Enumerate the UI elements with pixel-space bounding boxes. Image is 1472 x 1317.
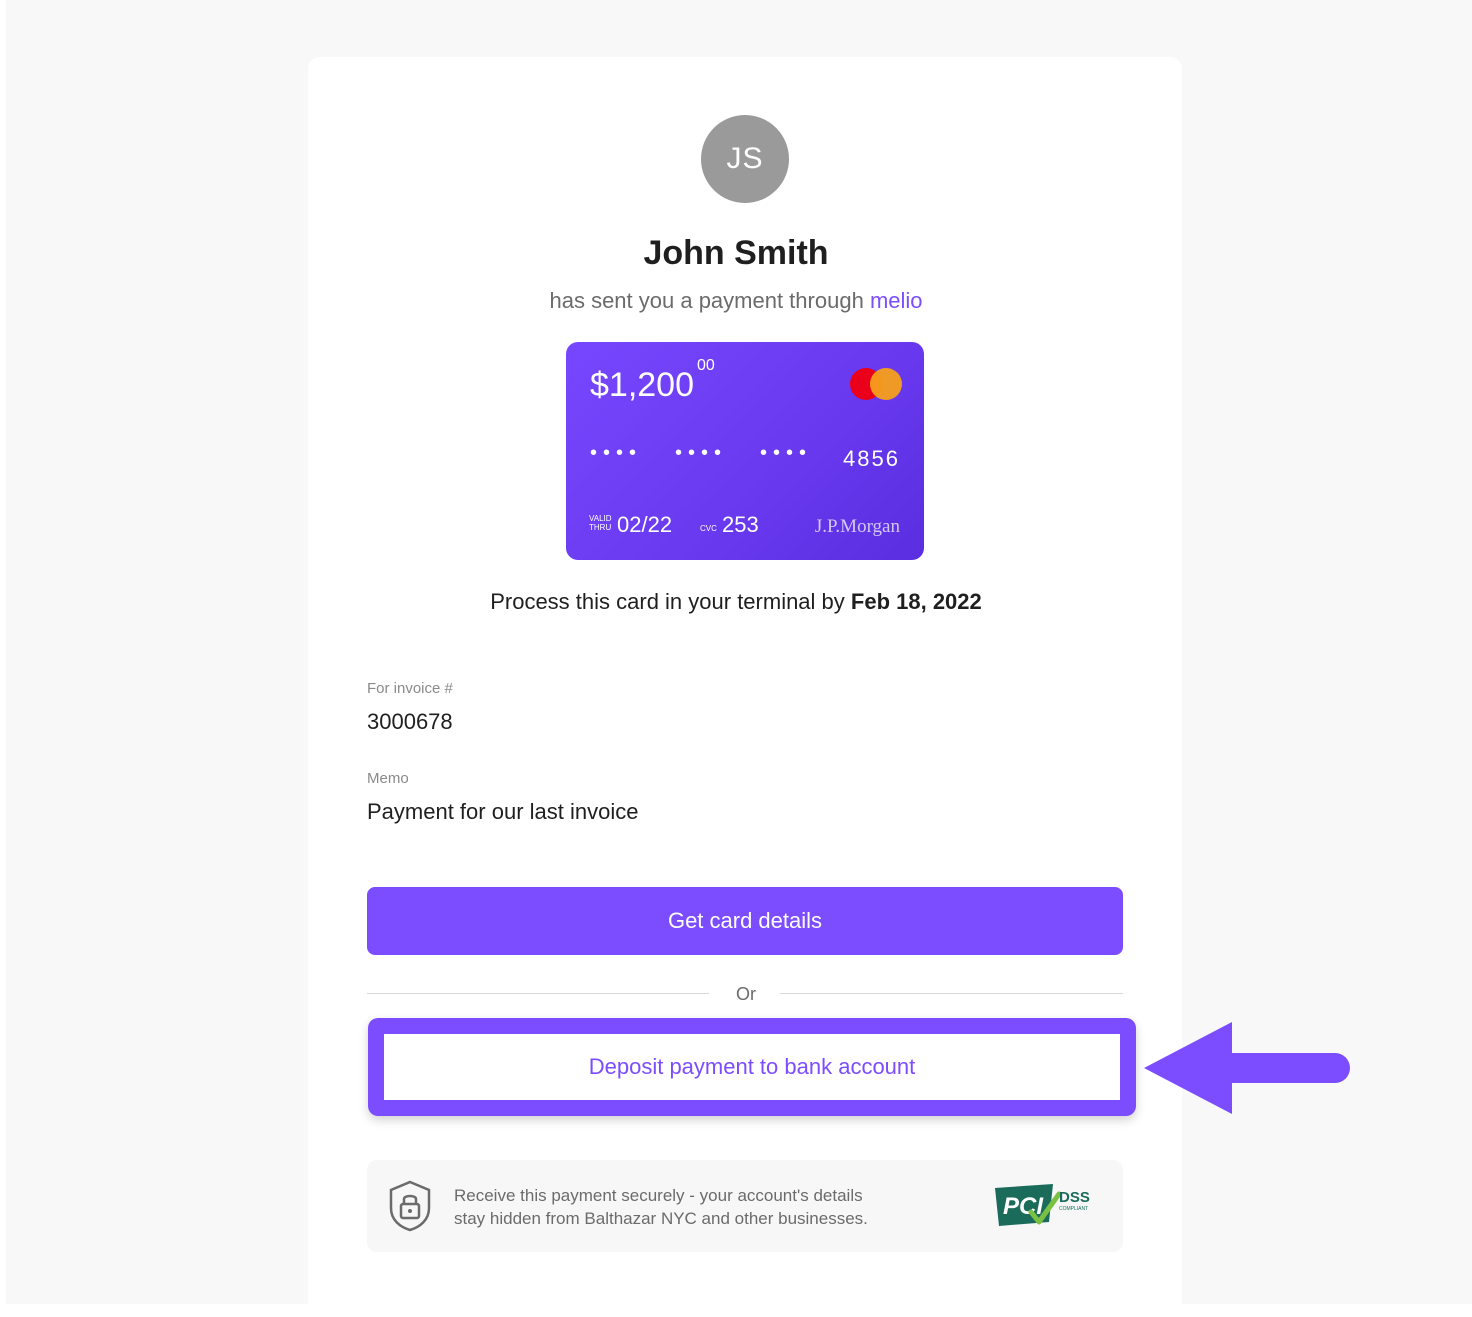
process-instruction: Process this card in your terminal by Fe… bbox=[0, 589, 1472, 615]
cvc-label: CVC bbox=[700, 524, 717, 533]
invoice-label: For invoice # bbox=[367, 680, 453, 697]
or-separator: Or bbox=[736, 984, 756, 1004]
memo-label: Memo bbox=[367, 770, 409, 787]
compliant-text: COMPLIANT bbox=[1059, 1206, 1088, 1212]
security-text-line2: stay hidden from Balthazar NYC and other… bbox=[454, 1209, 868, 1228]
memo-value: Payment for our last invoice bbox=[367, 799, 639, 824]
dss-text: DSS bbox=[1059, 1189, 1090, 1206]
brand-name: melio bbox=[869, 288, 923, 313]
sent-description: has sent you a payment through melio bbox=[0, 288, 1472, 314]
security-text: Receive this payment securely - your acc… bbox=[454, 1184, 954, 1230]
mastercard-orange-circle bbox=[870, 368, 902, 400]
shield-lock-icon bbox=[389, 1180, 431, 1232]
divider-right bbox=[780, 993, 1123, 994]
card-last4: 4856 bbox=[843, 446, 900, 471]
card-amount-dollars: $1,200 bbox=[590, 366, 694, 404]
deposit-to-bank-button[interactable]: Deposit payment to bank account bbox=[384, 1034, 1120, 1100]
sender-name: John Smith bbox=[643, 234, 829, 272]
pci-dss-badge: PCI DSS COMPLIANT bbox=[995, 1184, 1090, 1226]
card-mask-group-2: •••• bbox=[675, 442, 728, 464]
process-deadline: Feb 18, 2022 bbox=[850, 589, 982, 614]
security-text-line1: Receive this payment securely - your acc… bbox=[454, 1186, 863, 1205]
sent-text: has sent you a payment through bbox=[549, 288, 864, 313]
valid-label-line2: THRU bbox=[589, 523, 612, 532]
avatar-initials: JS bbox=[726, 142, 764, 175]
pointer-arrow-icon bbox=[1144, 1022, 1350, 1114]
valid-label-line1: VALID bbox=[589, 514, 612, 523]
get-card-details-button[interactable]: Get card details bbox=[367, 887, 1123, 955]
card-cvc: 253 bbox=[722, 512, 759, 537]
card-amount: $1,20000 bbox=[590, 357, 715, 405]
invoice-value: 3000678 bbox=[367, 709, 453, 734]
card-amount-cents: 00 bbox=[697, 356, 715, 374]
card-mask-group-3: •••• bbox=[760, 442, 813, 464]
virtual-card: $1,20000 •••• •••• •••• 4856 VALID THRU … bbox=[566, 342, 924, 560]
card-mask-group-1: •••• bbox=[590, 442, 643, 464]
valid-thru-label: VALID THRU bbox=[589, 514, 612, 532]
card-expiry: 02/22 bbox=[617, 512, 673, 537]
avatar: JS bbox=[701, 115, 789, 203]
security-notice: Receive this payment securely - your acc… bbox=[367, 1160, 1123, 1252]
pci-text: PCI bbox=[1003, 1193, 1044, 1220]
process-text: Process this card in your terminal by bbox=[490, 589, 845, 614]
mastercard-icon bbox=[850, 368, 902, 400]
bank-logo: J.P.Morgan bbox=[814, 516, 900, 537]
